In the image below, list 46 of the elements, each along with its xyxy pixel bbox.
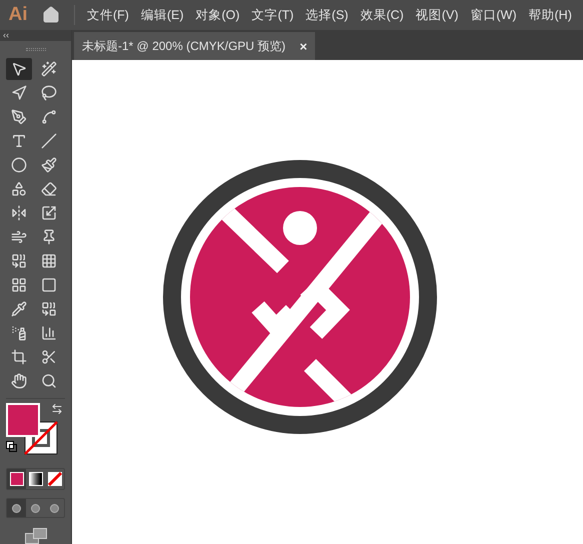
screen-mode-icon[interactable] <box>24 528 46 544</box>
direct-tool-icon <box>11 85 27 102</box>
color-swatch-icon <box>10 472 24 486</box>
menu-item[interactable]: 效果(C) <box>354 6 410 24</box>
wand-tool-icon <box>40 61 56 78</box>
perspective-tool-icon <box>40 253 56 270</box>
menu-item[interactable]: 窗口(W) <box>464 6 522 24</box>
eyedropper-tool-icon <box>11 301 27 318</box>
draw-mode-button[interactable] <box>7 499 26 518</box>
scale-tool-icon <box>40 205 56 222</box>
menu-item[interactable]: 帮助(H) <box>522 6 578 24</box>
type-tool-icon <box>11 133 27 150</box>
artboard-tool-icon <box>11 349 27 366</box>
none-swatch-icon <box>48 472 62 486</box>
menu-item[interactable]: 文字(T) <box>246 6 300 24</box>
select-tool-icon <box>11 61 27 78</box>
line-tool-icon <box>40 133 56 150</box>
hand-tool-icon <box>11 373 27 390</box>
ellipse-tool-icon <box>11 157 27 174</box>
tab-title: 未标题-1* @ 200% (CMYK/GPU 预览) <box>82 38 286 55</box>
lasso-tool-icon <box>40 85 56 102</box>
grip-icon[interactable] <box>26 48 46 52</box>
menu-item[interactable]: 视图(V) <box>410 6 464 24</box>
menu-item[interactable]: 对象(O) <box>190 6 246 24</box>
pin-tool-icon <box>40 229 56 246</box>
menu-item[interactable]: 编辑(E) <box>134 6 190 24</box>
default-colors-icon[interactable] <box>6 441 17 452</box>
swap-icon[interactable] <box>51 403 63 416</box>
collapse-button[interactable]: ‹‹ <box>0 30 9 40</box>
pen-tool-icon <box>11 109 27 126</box>
spray-tool-icon <box>11 325 27 342</box>
graph-tool-icon <box>40 325 56 342</box>
color-mode-button[interactable] <box>7 469 26 490</box>
close-button[interactable]: × <box>300 40 308 52</box>
brush-tool-icon <box>40 157 56 174</box>
select-tool-button[interactable] <box>6 58 32 80</box>
curvature-tool-icon <box>40 109 56 126</box>
gradient-swatch-icon <box>28 472 42 486</box>
menu-item[interactable]: 文件(F) <box>81 6 135 24</box>
menu-item[interactable]: 选择(S) <box>300 6 354 24</box>
reflect-tool-icon <box>11 205 27 222</box>
fill-color-swatch[interactable] <box>6 403 40 438</box>
document-tab[interactable]: 未标题-1* @ 200% (CMYK/GPU 预览) × <box>74 32 316 60</box>
zoom-tool-icon <box>40 373 56 390</box>
eraser-tool-icon <box>40 181 56 198</box>
home-icon[interactable] <box>42 6 60 24</box>
